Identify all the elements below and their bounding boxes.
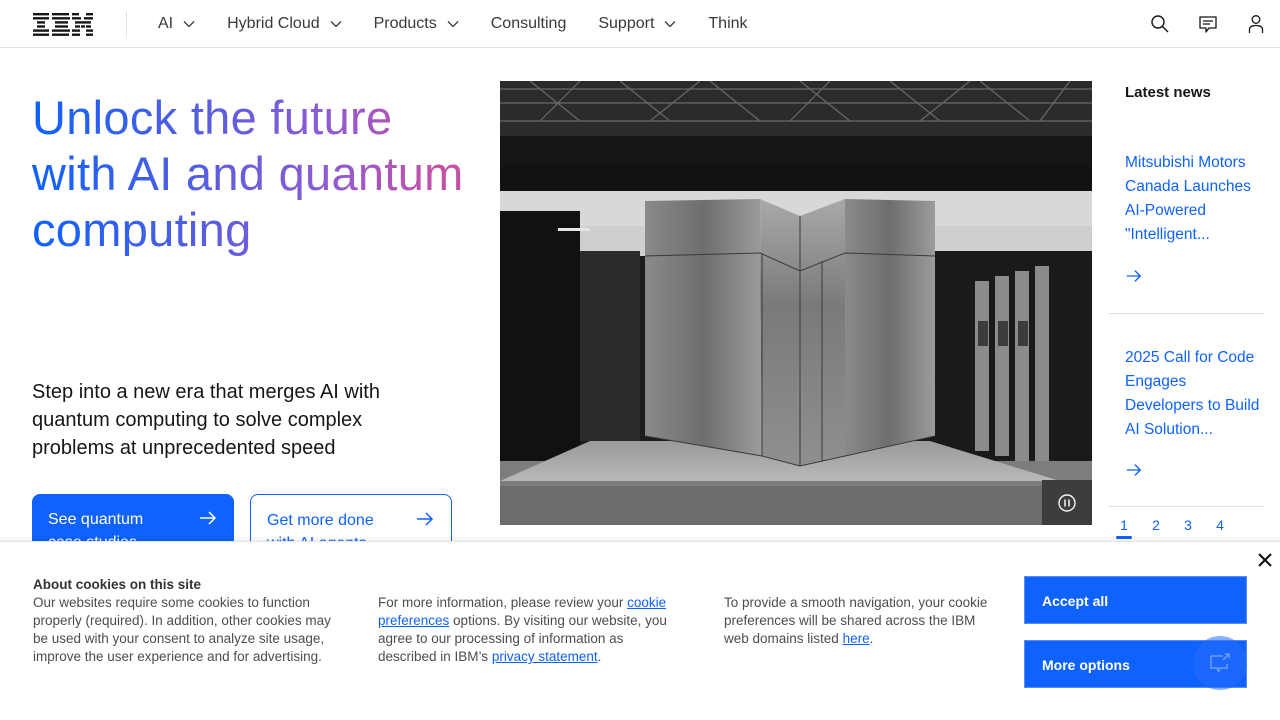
- chevron-down-icon: [664, 21, 676, 28]
- masthead: AI Hybrid Cloud Products Consulting Supp…: [0, 0, 1280, 48]
- main-nav: AI Hybrid Cloud Products Consulting Supp…: [142, 0, 764, 48]
- cookie-domains: To provide a smooth navigation, your coo…: [724, 594, 994, 648]
- ibm-logo[interactable]: [33, 13, 93, 36]
- hero-title: Unlock the future with AI and quantum co…: [32, 90, 472, 258]
- nav-item-hybrid-cloud[interactable]: Hybrid Cloud: [211, 0, 357, 48]
- nav-item-support[interactable]: Support: [582, 0, 692, 48]
- chat-icon: [1199, 16, 1217, 33]
- page-3-button[interactable]: 3: [1172, 516, 1204, 538]
- cookie-banner: About cookies on this site Our websites …: [0, 541, 1280, 720]
- chevron-down-icon: [330, 21, 342, 28]
- cookie-text: .: [597, 649, 602, 664]
- logo-divider: [126, 12, 127, 37]
- nav-label: Hybrid Cloud: [227, 15, 320, 32]
- arrow-right-icon[interactable]: [1125, 461, 1143, 479]
- contact-button[interactable]: [1184, 0, 1232, 48]
- search-icon: [1151, 15, 1169, 33]
- nav-label: Support: [598, 15, 655, 32]
- privacy-statement-link[interactable]: privacy statement: [492, 649, 598, 664]
- cookie-text: For more information, please review your: [378, 595, 628, 610]
- cookie-title: About cookies on this site: [33, 577, 202, 592]
- nav-item-think[interactable]: Think: [692, 0, 763, 48]
- cookie-more-info: For more information, please review your…: [378, 594, 668, 666]
- quantum-computer-image: [500, 81, 1092, 525]
- nav-label: Consulting: [490, 15, 567, 32]
- news-item-link[interactable]: Mitsubishi Motors Canada Launches AI-Pow…: [1125, 151, 1265, 247]
- utility-nav: [1136, 0, 1280, 48]
- profile-button[interactable]: [1232, 0, 1280, 48]
- cookie-description: Our websites require some cookies to fun…: [33, 595, 331, 664]
- page-4-button[interactable]: 4: [1204, 516, 1236, 538]
- pause-icon: [1058, 493, 1076, 512]
- chevron-down-icon: [447, 21, 459, 28]
- nav-label: Think: [708, 15, 748, 32]
- arrow-right-icon[interactable]: [1125, 267, 1143, 285]
- close-icon[interactable]: [1255, 550, 1275, 570]
- nav-label: AI: [158, 15, 174, 32]
- domains-here-link[interactable]: here: [843, 631, 870, 646]
- news-item: 2025 Call for Code Engages Developers to…: [1108, 346, 1264, 507]
- nav-item-products[interactable]: Products: [358, 0, 475, 48]
- page-2-button[interactable]: 2: [1140, 516, 1172, 538]
- hero-video[interactable]: [500, 81, 1092, 525]
- nav-item-consulting[interactable]: Consulting: [475, 0, 583, 48]
- cookie-about: About cookies on this site Our websites …: [33, 576, 343, 666]
- chat-launcher-button[interactable]: [1193, 636, 1247, 690]
- news-item: Mitsubishi Motors Canada Launches AI-Pow…: [1108, 151, 1264, 314]
- accept-all-button[interactable]: Accept all: [1024, 576, 1247, 624]
- latest-news-heading: Latest news: [1125, 84, 1211, 101]
- chevron-down-icon: [183, 21, 195, 28]
- cookie-text: .: [869, 631, 874, 646]
- search-button[interactable]: [1136, 0, 1184, 48]
- hero-subtitle: Step into a new era that merges AI with …: [32, 381, 380, 459]
- news-pagination: 1 2 3 4: [1108, 516, 1236, 539]
- nav-label: Products: [373, 15, 437, 32]
- chat-launch-icon: [1210, 653, 1230, 673]
- arrow-right-icon: [417, 512, 434, 526]
- nav-item-ai[interactable]: AI: [142, 0, 211, 48]
- news-item-link[interactable]: 2025 Call for Code Engages Developers to…: [1125, 346, 1265, 442]
- user-icon: [1248, 15, 1264, 33]
- pause-button[interactable]: [1042, 480, 1092, 525]
- page-1-button[interactable]: 1: [1108, 516, 1140, 539]
- arrow-right-icon: [200, 511, 217, 525]
